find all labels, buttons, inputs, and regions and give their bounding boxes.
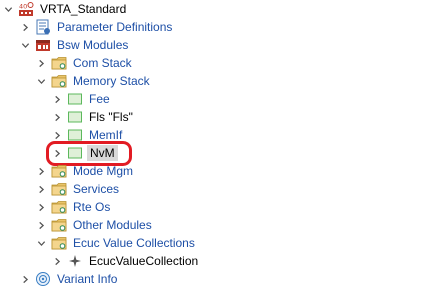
tree-node-memory-stack[interactable]: Memory Stack xyxy=(35,72,152,90)
tree-node-label: EcucValueCollection xyxy=(89,254,199,268)
ecuc-value-collection-icon xyxy=(67,253,83,269)
tree-node-label: Memory Stack xyxy=(73,74,150,88)
module-icon xyxy=(67,109,83,125)
tree-node-ecuc-value-collections[interactable]: Ecuc Value Collections xyxy=(35,234,197,252)
module-icon xyxy=(67,91,83,107)
chevron-right-icon[interactable] xyxy=(19,270,31,288)
chevron-down-icon[interactable] xyxy=(35,72,47,90)
tree-node-label: Variant Info xyxy=(57,272,118,286)
folder-icon xyxy=(51,199,67,215)
tree-node-bsw-modules[interactable]: Bsw Modules xyxy=(19,36,130,54)
tree-node-fee[interactable]: Fee xyxy=(51,90,112,108)
chevron-down-icon[interactable] xyxy=(19,36,31,54)
vrta-project-icon: 40 xyxy=(18,1,34,17)
folder-icon xyxy=(51,73,67,89)
tree-node-label: Fee xyxy=(89,92,110,106)
tree-node-parameter-definitions[interactable]: Parameter Definitions xyxy=(19,18,174,36)
tree-node-other-modules[interactable]: Other Modules xyxy=(35,216,154,234)
chevron-right-icon[interactable] xyxy=(19,18,31,36)
tree-node-label: NvM xyxy=(87,145,118,161)
svg-text:40: 40 xyxy=(19,3,27,11)
chevron-right-icon[interactable] xyxy=(35,180,47,198)
tree-node-com-stack[interactable]: Com Stack xyxy=(35,54,134,72)
variant-info-icon xyxy=(35,271,51,287)
chevron-right-icon[interactable] xyxy=(51,144,63,162)
tree-node-fls[interactable]: Fls "Fls" xyxy=(51,108,135,126)
chevron-right-icon[interactable] xyxy=(35,162,47,180)
tree-node-label: Rte Os xyxy=(73,200,111,214)
chevron-right-icon[interactable] xyxy=(51,252,63,270)
chevron-right-icon[interactable] xyxy=(35,198,47,216)
folder-icon xyxy=(51,235,67,251)
chevron-right-icon[interactable] xyxy=(51,108,63,126)
chevron-down-icon[interactable] xyxy=(35,234,47,252)
tree-node-label: Bsw Modules xyxy=(57,38,129,52)
tree-node-label: Other Modules xyxy=(73,218,152,232)
tree-node-variant-info[interactable]: Variant Info xyxy=(19,270,119,288)
folder-icon xyxy=(51,55,67,71)
chevron-right-icon[interactable] xyxy=(51,126,63,144)
tree-node-label: VRTA_Standard xyxy=(40,2,127,16)
module-icon xyxy=(67,145,83,161)
module-icon xyxy=(67,127,83,143)
tree-node-label: Parameter Definitions xyxy=(57,20,173,34)
chevron-right-icon[interactable] xyxy=(35,54,47,72)
tree-node-label: MemIf xyxy=(89,128,123,142)
folder-icon xyxy=(51,181,67,197)
tree-node-mode-mgm[interactable]: Mode Mgm xyxy=(35,162,135,180)
chevron-down-icon[interactable] xyxy=(2,0,14,18)
tree-node-ecuc-value-collection[interactable]: EcucValueCollection xyxy=(51,252,200,270)
tree-node-vrta-standard[interactable]: 40 VRTA_Standard xyxy=(2,0,128,18)
tree-node-label: Fls "Fls" xyxy=(89,110,133,124)
tree-node-label: Mode Mgm xyxy=(73,164,134,178)
chevron-right-icon[interactable] xyxy=(51,90,63,108)
bsw-modules-icon xyxy=(35,37,51,53)
tree-node-memif[interactable]: MemIf xyxy=(51,126,124,144)
tree-node-label: Ecuc Value Collections xyxy=(73,236,195,250)
chevron-right-icon[interactable] xyxy=(35,216,47,234)
parameter-definitions-icon xyxy=(35,19,51,35)
tree-node-label: Services xyxy=(73,182,120,196)
tree-node-rte-os[interactable]: Rte Os xyxy=(35,198,112,216)
tree-node-nvm[interactable]: NvM xyxy=(51,144,118,162)
tree-node-label: Com Stack xyxy=(73,56,132,70)
folder-icon xyxy=(51,163,67,179)
folder-icon xyxy=(51,217,67,233)
tree-node-services[interactable]: Services xyxy=(35,180,121,198)
